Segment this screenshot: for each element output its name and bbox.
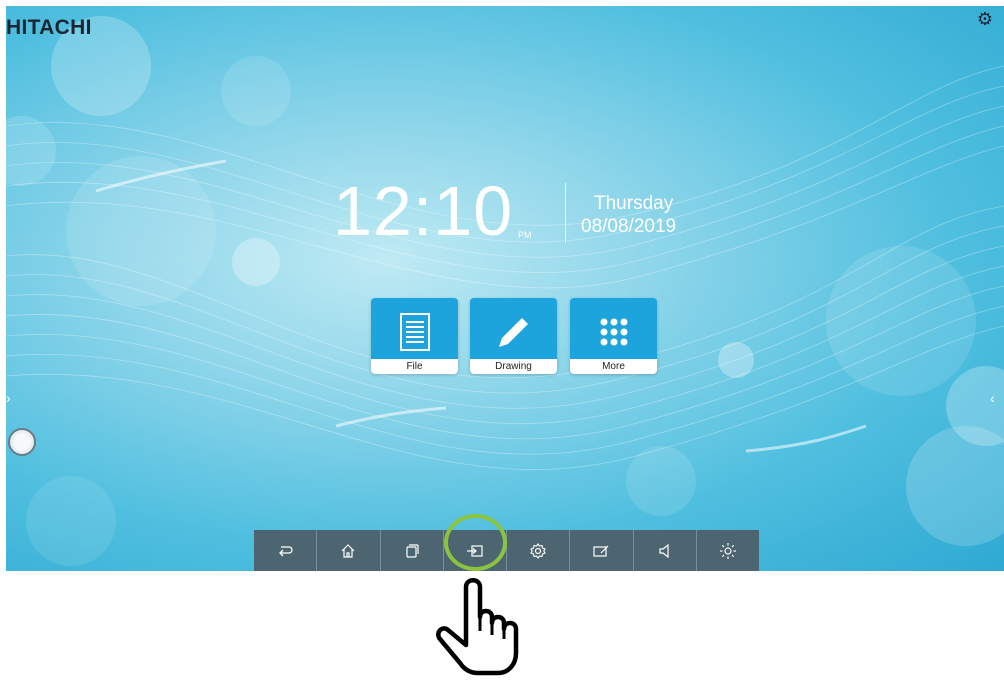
grid-icon	[570, 312, 657, 352]
brightness-icon	[719, 542, 736, 559]
pointing-hand-icon	[436, 578, 519, 676]
brightness-button[interactable]	[697, 530, 759, 571]
home-button[interactable]	[317, 530, 381, 571]
app-label: More	[570, 359, 657, 374]
highlight-circle	[444, 514, 507, 571]
app-label: File	[371, 359, 458, 374]
clock-time: 12:10	[333, 172, 514, 250]
app-drawing[interactable]: Drawing	[470, 298, 557, 374]
settings-button[interactable]	[507, 530, 571, 571]
pencil-icon	[470, 312, 557, 352]
recent-apps-button[interactable]	[381, 530, 444, 571]
back-button[interactable]	[254, 530, 318, 571]
clock-divider	[565, 183, 566, 243]
volume-icon	[659, 543, 669, 558]
home-icon	[341, 543, 355, 558]
recent-apps-icon	[406, 543, 419, 558]
taskbar	[254, 530, 759, 571]
volume-button[interactable]	[634, 530, 697, 571]
annotate-icon	[593, 545, 609, 557]
chevron-right-icon[interactable]: ›	[6, 390, 11, 406]
back-icon	[279, 545, 293, 556]
app-more[interactable]: More	[570, 298, 657, 374]
clock-ampm: PM	[518, 230, 532, 240]
brand-logo: HITACHI	[6, 16, 92, 39]
home-screen	[6, 6, 1004, 571]
clock-day: Thursday	[594, 193, 674, 214]
gear-icon[interactable]: ⚙	[976, 10, 994, 28]
clock-date: 08/08/2019	[581, 216, 677, 237]
chevron-left-icon[interactable]: ‹	[990, 390, 995, 406]
app-file[interactable]: File	[371, 298, 458, 374]
annotate-button[interactable]	[570, 530, 634, 571]
app-label: Drawing	[470, 359, 557, 374]
floating-menu-button[interactable]	[8, 428, 36, 456]
gear-icon	[530, 542, 546, 559]
file-icon	[371, 312, 458, 352]
